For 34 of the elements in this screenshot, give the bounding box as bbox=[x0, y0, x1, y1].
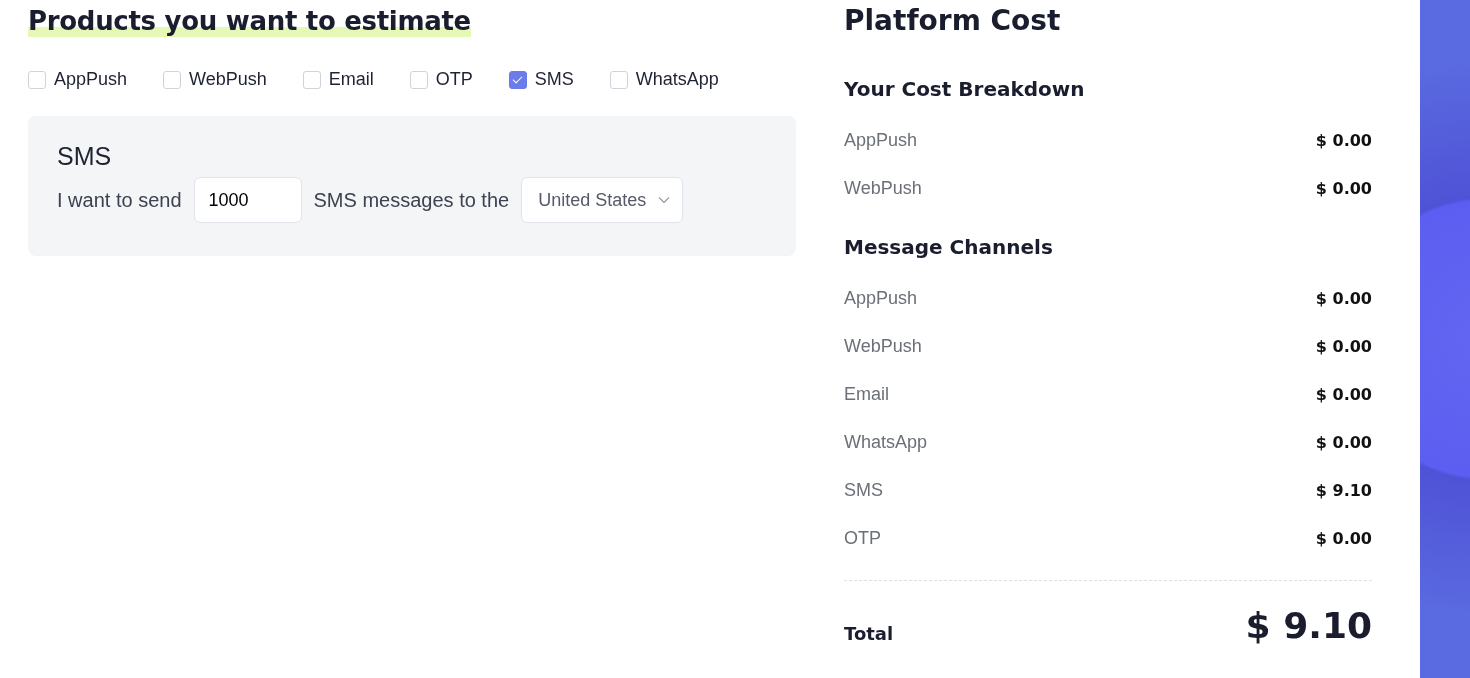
cost-label: AppPush bbox=[844, 287, 918, 309]
cost-amount: $ 0.00 bbox=[1315, 432, 1372, 452]
cost-label: SMS bbox=[844, 479, 883, 501]
cost-label: Email bbox=[844, 383, 889, 405]
cost-label: AppPush bbox=[844, 129, 918, 151]
country-dropdown[interactable]: United States bbox=[521, 177, 684, 223]
cost-amount: $ 0.00 bbox=[1315, 178, 1372, 198]
sentence-text: I want to send bbox=[57, 188, 182, 212]
cost-label: WebPush bbox=[844, 177, 922, 199]
total-amount: $ 9.10 bbox=[1245, 605, 1372, 646]
cost-label: WhatsApp bbox=[844, 431, 928, 453]
checkbox-label[interactable]: WebPush bbox=[189, 69, 267, 90]
checkbox-label[interactable]: Email bbox=[328, 69, 374, 90]
cost-amount: $ 0.00 bbox=[1315, 130, 1372, 150]
cost-amount: $ 0.00 bbox=[1315, 288, 1372, 308]
section-title: Your Cost Breakdown bbox=[844, 76, 1086, 102]
checkbox-label[interactable]: SMS bbox=[534, 69, 574, 90]
total-label: Total bbox=[844, 623, 894, 644]
card-title: SMS bbox=[57, 142, 113, 171]
checkbox-label[interactable]: AppPush bbox=[54, 69, 128, 90]
section-title: Message Channels bbox=[844, 234, 1054, 260]
cost-label: WebPush bbox=[844, 335, 922, 357]
checkbox-label[interactable]: WhatsApp bbox=[635, 69, 719, 90]
checkbox-label[interactable]: OTP bbox=[435, 69, 473, 90]
sentence-text: SMS messages to the bbox=[313, 188, 510, 212]
cost-amount: $ 0.00 bbox=[1315, 336, 1372, 356]
quantity-field[interactable]: 1000 bbox=[193, 177, 302, 223]
panel-title: Platform Cost bbox=[844, 4, 1062, 38]
chevron-down-icon bbox=[658, 196, 671, 204]
checkbox[interactable] bbox=[508, 70, 527, 89]
cost-amount: $ 9.10 bbox=[1315, 480, 1372, 500]
cost-amount: $ 0.00 bbox=[1315, 384, 1372, 404]
cost-amount: $ 0.00 bbox=[1315, 528, 1372, 548]
cost-label: OTP bbox=[844, 527, 881, 549]
